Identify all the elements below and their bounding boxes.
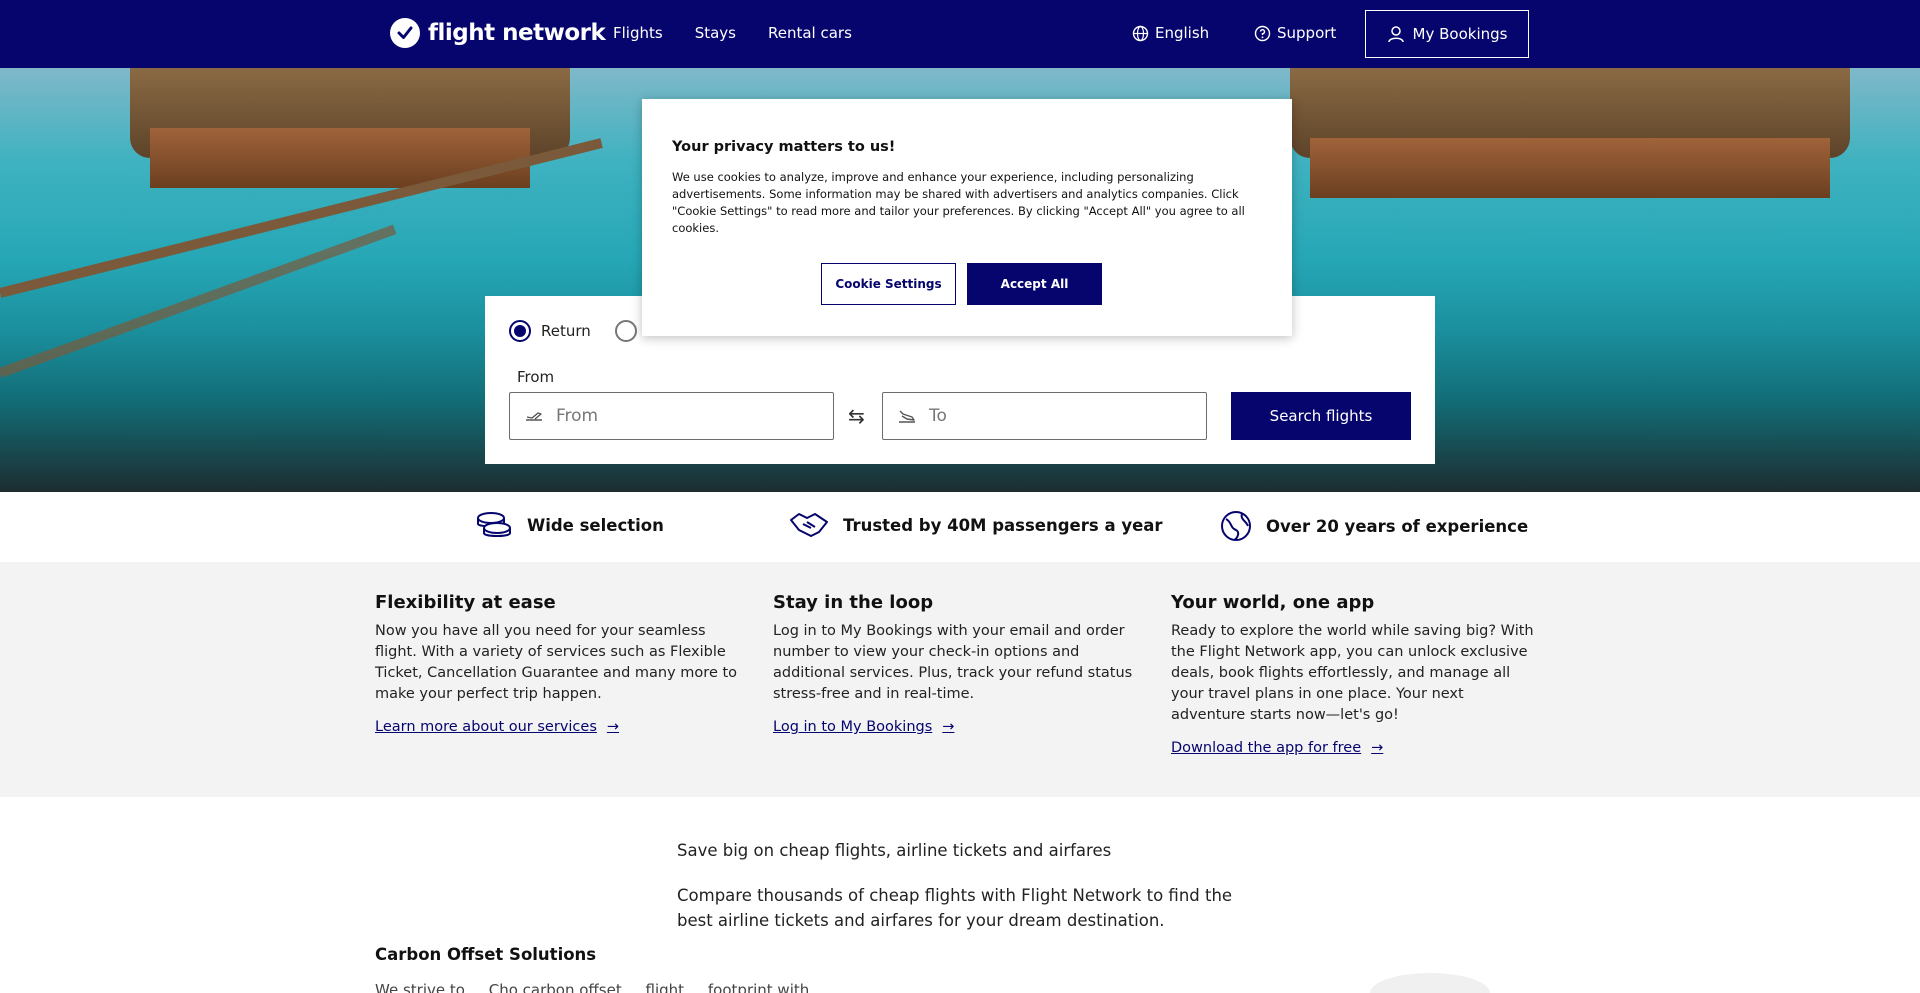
return-radio[interactable]: [509, 320, 531, 342]
nav-rental-cars[interactable]: Rental cars: [768, 24, 852, 42]
learn-more-link[interactable]: Learn more about our services →: [375, 719, 619, 735]
compare-text: Compare thousands of cheap flights with …: [677, 886, 1233, 930]
info-text: Ready to explore the world while saving …: [1171, 623, 1534, 723]
info-text: Now you have all you need for your seaml…: [375, 623, 738, 702]
top-navigation-bar: flight network Flights Stays Rental cars…: [0, 0, 1920, 68]
search-flights-button[interactable]: Search flights: [1231, 392, 1411, 440]
link-label: Download the app for free: [1171, 740, 1362, 756]
main-nav: Flights Stays Rental cars: [613, 24, 852, 42]
info-title: Stay in the loop: [773, 592, 934, 613]
feature-trusted: Trusted by 40M passengers a year: [789, 510, 1163, 540]
info-column-flexibility: Flexibility at ease Now you have all you…: [375, 592, 745, 735]
accept-all-button[interactable]: Accept All: [967, 263, 1102, 305]
return-radio-label: Return: [541, 322, 591, 340]
coins-icon: [477, 512, 511, 537]
cookie-settings-button[interactable]: Cookie Settings: [821, 263, 956, 305]
handshake-icon: [790, 513, 828, 537]
nav-flights[interactable]: Flights: [613, 24, 663, 42]
from-placeholder: From: [556, 406, 599, 426]
checkmark-logo-icon: [390, 18, 420, 48]
language-label: English: [1155, 24, 1210, 42]
download-app-link[interactable]: Download the app for free →: [1171, 740, 1383, 756]
takeoff-icon: [526, 412, 542, 421]
globe-icon: [1221, 511, 1251, 541]
info-text: Log in to My Bookings with your email an…: [773, 623, 1133, 702]
feature-wide-selection: Wide selection: [475, 510, 664, 540]
my-bookings-label: My Bookings: [1412, 25, 1508, 43]
to-input[interactable]: To: [882, 392, 1207, 440]
features-strip: Wide selection Trusted by 40M passengers…: [0, 492, 1920, 562]
info-column-loop: Stay in the loop Log in to My Bookings w…: [773, 592, 1143, 735]
support-label: Support: [1277, 24, 1337, 42]
seo-content-section: Save big on cheap flights, airline ticke…: [0, 797, 1920, 993]
arrow-right-icon: →: [606, 719, 620, 735]
landing-icon: [899, 410, 915, 423]
from-input[interactable]: From: [509, 392, 834, 440]
feature-label: Trusted by 40M passengers a year: [843, 515, 1163, 535]
my-bookings-button[interactable]: My Bookings: [1365, 10, 1529, 58]
logo-text: flight network: [428, 20, 606, 46]
feature-label: Wide selection: [527, 515, 664, 535]
link-label: Log in to My Bookings: [773, 719, 933, 735]
user-icon: [1387, 26, 1404, 43]
decorative-shape: [1370, 973, 1490, 993]
carbon-offset-text: We strive to ... Cho carbon offset ... f…: [375, 981, 829, 993]
arrow-right-icon: →: [1371, 740, 1384, 756]
login-my-bookings-link[interactable]: Log in to My Bookings →: [773, 719, 954, 735]
nav-stays[interactable]: Stays: [695, 24, 736, 42]
cookie-actions: Cookie Settings Accept All: [821, 263, 1102, 305]
brand-logo[interactable]: flight network: [390, 18, 606, 48]
arrow-right-icon: →: [942, 719, 955, 735]
cookie-title: Your privacy matters to us!: [672, 139, 896, 155]
carbon-offset-heading: Carbon Offset Solutions: [375, 945, 597, 964]
feature-label: Over 20 years of experience: [1266, 516, 1529, 536]
language-selector[interactable]: English: [1132, 24, 1209, 42]
info-title: Your world, one app: [1171, 592, 1375, 613]
cookie-consent-dialog: Your privacy matters to us! We use cooki…: [642, 99, 1292, 336]
from-label: From: [517, 368, 555, 386]
feature-experience: Over 20 years of experience: [1220, 510, 1528, 542]
link-label: Learn more about our services: [375, 719, 597, 735]
info-title: Flexibility at ease: [375, 592, 556, 613]
one-way-radio[interactable]: [614, 320, 637, 342]
info-column-app: Your world, one app Ready to explore the…: [1171, 592, 1541, 756]
info-section: Flexibility at ease Now you have all you…: [0, 562, 1920, 797]
cookie-text: We use cookies to analyze, improve and e…: [672, 170, 1245, 235]
help-circle-icon: [1254, 25, 1271, 41]
support-link[interactable]: Support: [1254, 24, 1336, 42]
to-placeholder: To: [929, 406, 947, 426]
swap-icon[interactable]: ⇆: [848, 404, 865, 428]
globe-icon: [1132, 25, 1149, 41]
save-big-heading: Save big on cheap flights, airline ticke…: [677, 841, 1112, 860]
